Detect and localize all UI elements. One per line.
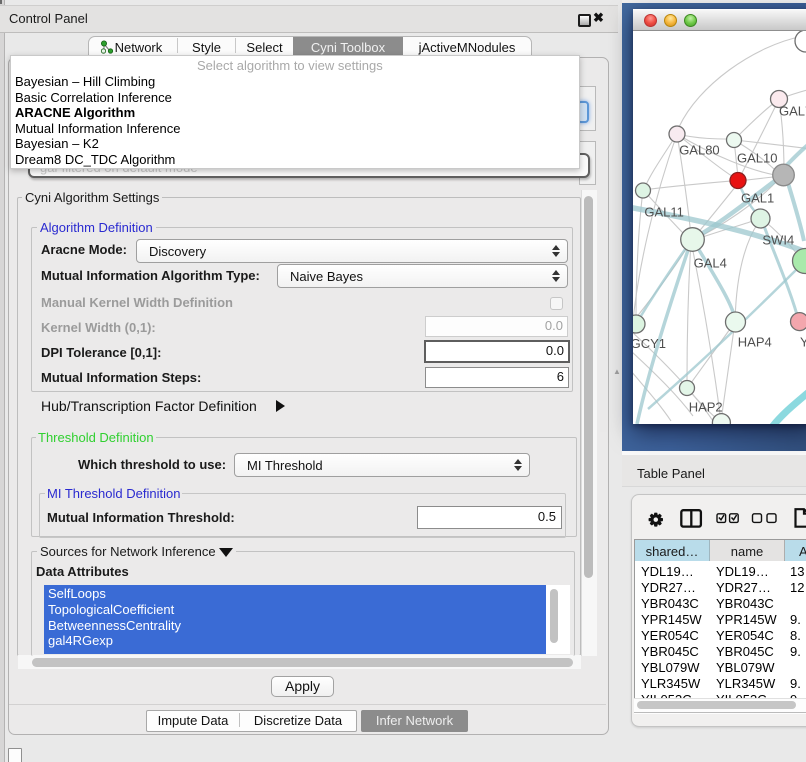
svg-text:GAL4: GAL4 [694,256,727,271]
svg-text:GAL7: GAL7 [779,104,806,119]
svg-text:SWI4: SWI4 [762,233,794,248]
svg-text:HAP4: HAP4 [738,335,772,350]
svg-text:GAL10: GAL10 [737,151,777,166]
svg-text:GAL1: GAL1 [741,191,774,206]
svg-text:GAL80: GAL80 [679,143,719,158]
svg-text:GCY1: GCY1 [633,336,666,351]
svg-text:Y: Y [800,335,806,350]
svg-text:HAP2: HAP2 [689,400,723,415]
svg-text:GAL11: GAL11 [644,205,684,220]
